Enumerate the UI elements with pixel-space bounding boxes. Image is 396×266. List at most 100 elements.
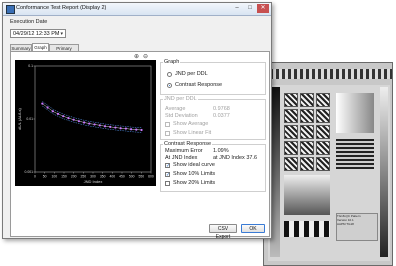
x-tick-label: 600: [148, 175, 154, 179]
test-pattern-image: TG18-QC Pattern Version 10.1 AAPM TG18: [263, 62, 393, 266]
pattern-patch: [300, 109, 314, 123]
y-tick-label: 0.01: [26, 117, 33, 121]
pattern-patch: [316, 141, 330, 155]
chevron-down-icon: ▾: [60, 31, 63, 37]
show-linear-fit-checkbox[interactable]: [165, 131, 170, 136]
data-point: [88, 122, 91, 125]
execution-date-select[interactable]: 04/29/12 12:33 PM ▾: [10, 29, 66, 38]
y-tick-label: 0.1: [28, 64, 33, 68]
minimize-button[interactable]: –: [231, 4, 243, 13]
show-10-limits-checkbox[interactable]: ✓: [165, 172, 170, 178]
pattern-patch: [284, 157, 298, 171]
average-value: 0.9768: [213, 106, 230, 112]
ok-button[interactable]: OK: [241, 224, 265, 233]
tab-summary[interactable]: Summary: [10, 44, 32, 51]
pattern-patch: [300, 93, 314, 107]
pattern-luminance-block: [336, 93, 374, 133]
pattern-patch: [300, 141, 314, 155]
pattern-patch: [284, 125, 298, 139]
data-point: [77, 120, 80, 123]
data-point: [51, 110, 54, 113]
show-average-label[interactable]: Show Average: [173, 121, 208, 127]
pattern-patch: [284, 109, 298, 123]
conformance-report-window: Conformance Test Report (Display 2) – □ …: [2, 2, 272, 240]
y-tick-label: 0.001: [25, 170, 34, 174]
at-jnd-index-value: at JND Index 37.6: [213, 155, 258, 161]
pattern-gradient-block: [284, 175, 330, 215]
data-point: [129, 128, 133, 131]
x-tick-label: 350: [100, 175, 106, 179]
contrast-response-chart: 0 50 100 150 200 250 300 350 400 450 500 550 600 0.1…: [15, 60, 156, 186]
show-10-limits-label[interactable]: Show 10% Limits: [173, 171, 215, 177]
x-axis-label: JND Index: [84, 179, 103, 184]
execution-date-label: Execution Date: [10, 19, 48, 25]
execution-date-value: 04/29/12 12:33 PM: [13, 31, 60, 37]
pattern-patch: [300, 157, 314, 171]
pattern-patch: [284, 93, 298, 107]
jnd-group: JND per DDL Average 0.9768 Std Deviation…: [160, 96, 266, 140]
data-point: [46, 106, 49, 109]
data-point: [124, 127, 127, 130]
show-20-limits-label[interactable]: Show 20% Limits: [173, 180, 215, 186]
data-point: [93, 123, 96, 126]
y-axis-label: dL/L (ΔL/Ls): [17, 108, 22, 130]
data-point: [83, 121, 86, 124]
data-point: [109, 125, 112, 128]
contrast-group-title: Contrast Response: [163, 141, 213, 147]
app-icon: [6, 5, 15, 14]
pattern-patch: [316, 125, 330, 139]
tab-graph[interactable]: Graph: [32, 43, 49, 51]
show-ideal-curve-label[interactable]: Show ideal curve: [173, 162, 215, 168]
jnd-per-ddl-label[interactable]: JND per DDL: [175, 71, 208, 77]
x-tick-label: 550: [138, 175, 144, 179]
contrast-response-label[interactable]: Contrast Response: [175, 82, 222, 88]
pattern-patch: [316, 109, 330, 123]
data-point: [114, 126, 117, 129]
data-point: [140, 128, 143, 132]
jnd-per-ddl-radio[interactable]: [167, 72, 172, 77]
x-tick-label: 200: [71, 175, 77, 179]
chart-svg: 0 50 100 150 200 250 300 350 400 450 500 550 600 0.1…: [15, 60, 156, 186]
graph-group: Graph JND per DDL Contrast Response: [160, 59, 266, 95]
average-label: Average: [165, 106, 186, 112]
jnd-group-title: JND per DDL: [163, 96, 198, 102]
graph-group-title: Graph: [163, 59, 181, 65]
x-tick-label: 500: [129, 175, 135, 179]
std-deviation-label: Std Deviation: [165, 113, 198, 119]
x-tick-label: 100: [51, 175, 57, 179]
at-jnd-index-label: At JND Index: [165, 155, 198, 161]
x-tick-label: 450: [119, 175, 125, 179]
contrast-response-group: Contrast Response Maximum Error 1.09% At…: [160, 141, 266, 192]
show-ideal-curve-checkbox[interactable]: ✓: [165, 163, 170, 169]
graph-tab-panel: ⊕ ⊖ 0 50 100 150 200 250 300 350 400 450 500 550 600…: [10, 51, 270, 237]
std-deviation-value: 0.0377: [213, 113, 230, 119]
pattern-patch: [284, 141, 298, 155]
data-point: [135, 128, 138, 131]
x-tick-label: 0: [34, 175, 36, 179]
data-point: [62, 115, 65, 118]
data-point: [56, 112, 60, 115]
data-point: [67, 116, 70, 120]
show-linear-fit-label[interactable]: Show Linear Fit: [173, 130, 211, 136]
pattern-top-bar: [264, 69, 392, 79]
csv-export-button[interactable]: CSV Export: [209, 224, 237, 240]
data-point: [98, 124, 101, 127]
data-point: [41, 102, 44, 105]
x-tick-label: 300: [90, 175, 96, 179]
close-button[interactable]: ✕: [257, 4, 269, 13]
show-20-limits-checkbox[interactable]: [165, 181, 170, 186]
x-tick-label: 50: [43, 175, 47, 179]
pattern-gray-ramp-right: [380, 87, 388, 257]
tab-primary-colors[interactable]: Primary Colors: [49, 44, 79, 58]
pattern-caption-box: TG18-QC Pattern Version 10.1 AAPM TG18: [336, 213, 378, 241]
window-title: Conformance Test Report (Display 2): [16, 5, 107, 11]
x-tick-label: 250: [80, 175, 86, 179]
contrast-response-radio[interactable]: [167, 83, 172, 88]
data-point: [119, 127, 122, 130]
data-point: [72, 118, 75, 121]
maximize-button[interactable]: □: [244, 4, 256, 13]
pattern-patch: [316, 93, 330, 107]
show-average-checkbox[interactable]: [165, 122, 170, 127]
x-tick-label: 400: [109, 175, 115, 179]
pattern-patch: [316, 157, 330, 171]
